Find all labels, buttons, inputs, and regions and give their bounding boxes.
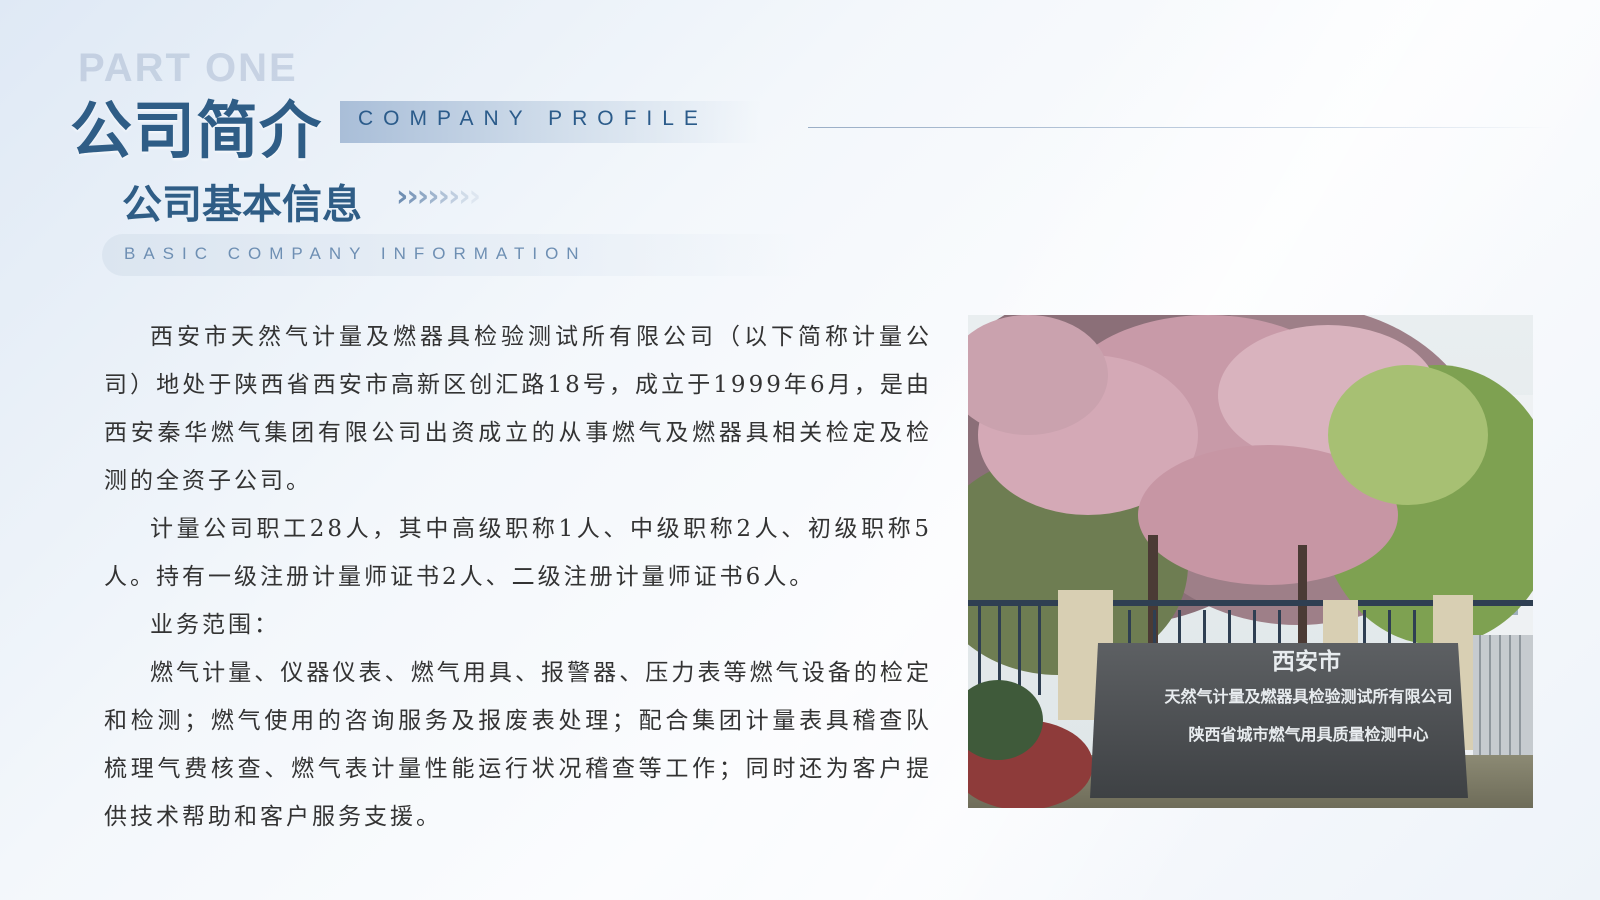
paragraph-scope: 燃气计量、仪器仪表、燃气用具、报警器、压力表等燃气设备的检定和检测；燃气使用的咨…	[104, 660, 932, 830]
page-title: 公司简介	[70, 94, 323, 167]
chevron-right-icon: ›	[468, 179, 481, 214]
paragraph-intro: 西安市天然气计量及燃器具检验测试所有限公司（以下简称计量公司）地处于陕西省西安市…	[104, 324, 932, 494]
page-title-en: COMPANY PROFILE	[358, 107, 708, 130]
chevron-decoration: › › › › › › › ›	[396, 179, 481, 214]
sign-line-3: 陕西省城市燃气用具质量检测中心	[1188, 725, 1429, 744]
company-photo: 西安市 天然气计量及燃器具检验测试所有限公司 陕西省城市燃气用具质量检测中心	[968, 315, 1533, 808]
sign-line-1: 西安市	[1272, 649, 1341, 675]
sign-line-2: 天然气计量及燃器具检验测试所有限公司	[1164, 687, 1453, 706]
section-title: 公司基本信息	[122, 182, 362, 228]
paragraph-scope-label: 业务范围：	[150, 612, 280, 638]
paragraph-staff: 计量公司职工28人，其中高级职称1人、中级职称2人、初级职称5人。持有一级注册计…	[104, 516, 932, 590]
company-description: 西安市天然气计量及燃器具检验测试所有限公司（以下简称计量公司）地处于陕西省西安市…	[104, 313, 932, 841]
section-title-en: BASIC COMPANY INFORMATION	[124, 244, 587, 263]
title-divider	[808, 127, 1553, 128]
